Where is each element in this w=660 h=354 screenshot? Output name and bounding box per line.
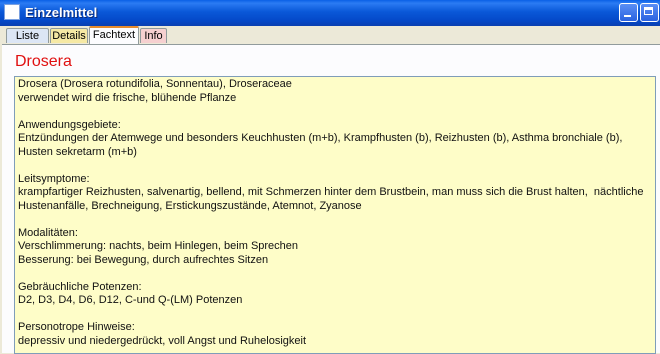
fachtext-panel: Drosera Drosera (Drosera rotundifolia, S… <box>2 44 660 354</box>
minimize-button[interactable] <box>619 3 638 22</box>
window-title: Einzelmittel <box>25 5 98 20</box>
tab-info[interactable]: Info <box>140 28 167 43</box>
remedy-heading: Drosera <box>15 53 72 70</box>
fachtext-textarea[interactable]: Drosera (Drosera rotundifolia, Sonnentau… <box>14 76 656 354</box>
tab-details[interactable]: Details <box>50 28 88 43</box>
tab-liste[interactable]: Liste <box>6 28 49 43</box>
maximize-button[interactable] <box>640 3 659 22</box>
tab-fachtext[interactable]: Fachtext <box>89 26 139 44</box>
app-icon <box>4 4 20 20</box>
title-bar: Einzelmittel <box>0 0 660 26</box>
tab-strip: Liste Details Fachtext Info <box>2 26 660 44</box>
